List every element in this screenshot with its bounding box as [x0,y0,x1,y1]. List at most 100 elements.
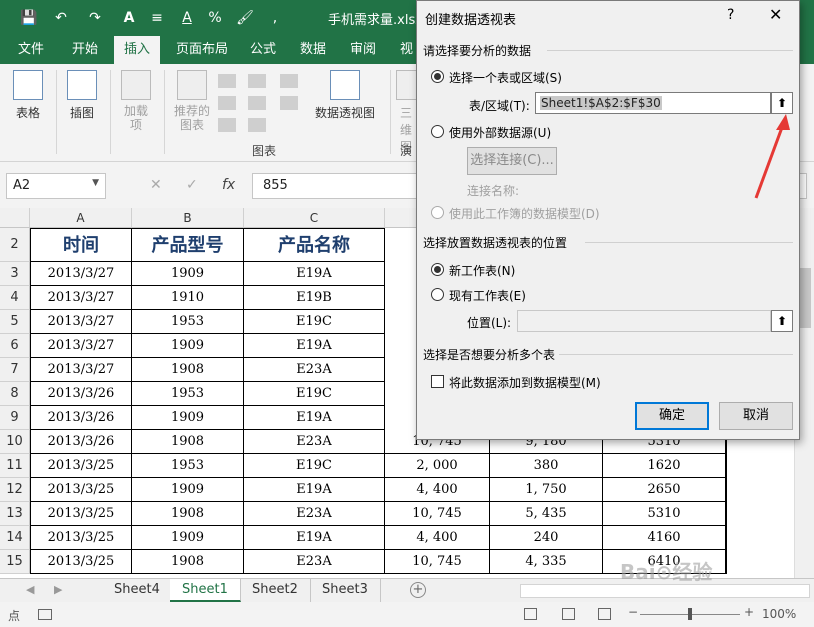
row-header[interactable]: 5 [0,310,30,334]
addins-button[interactable]: 加载项 [116,70,156,132]
tab-insert[interactable]: 插入 [114,36,161,64]
align-icon[interactable]: ≡ [148,9,166,27]
column-header-a[interactable]: A [30,208,132,228]
radio-external-source[interactable] [431,125,444,138]
waterfall-chart-icon[interactable] [280,74,298,88]
table-cell[interactable]: 1, 750 [490,478,603,502]
table-cell[interactable]: 2013/3/26 [30,406,132,430]
range-collapse-button[interactable]: ⬆ [771,92,793,114]
table-cell[interactable]: 1908 [132,430,244,454]
table-cell[interactable]: E19A [244,478,385,502]
row-header[interactable]: 13 [0,502,30,526]
hierarchy-chart-icon[interactable] [248,74,266,88]
table-cell[interactable]: 2013/3/27 [30,286,132,310]
table-cell[interactable]: E19C [244,454,385,478]
table-cell[interactable]: 2013/3/25 [30,478,132,502]
table-cell[interactable]: 2013/3/25 [30,526,132,550]
header-cell[interactable]: 时间 [30,228,132,262]
table-cell[interactable]: E23A [244,430,385,454]
scatter-chart-icon[interactable] [248,118,266,132]
sheet-tab-sheet1[interactable]: Sheet1 [170,579,241,602]
help-icon[interactable]: ? [727,7,734,23]
statistic-chart-icon[interactable] [248,96,266,110]
table-cell[interactable]: 2013/3/27 [30,310,132,334]
column-chart-icon[interactable] [218,74,236,88]
table-cell[interactable]: 1909 [132,334,244,358]
radio-select-range[interactable] [431,70,444,83]
sheet-tab-sheet4[interactable]: Sheet4 [102,579,173,602]
row-header[interactable]: 9 [0,406,30,430]
label-select-range[interactable]: 选择一个表或区域(S) [449,69,562,86]
row-header[interactable]: 14 [0,526,30,550]
column-header-c[interactable]: C [244,208,385,228]
table-cell[interactable]: 5310 [603,502,727,526]
sheet-tab-sheet2[interactable]: Sheet2 [240,579,311,602]
table-cell[interactable]: 4, 335 [490,550,603,574]
sheet-tab-sheet3[interactable]: Sheet3 [310,579,381,602]
tab-home[interactable]: 开始 [62,36,108,64]
radio-data-model[interactable] [431,206,444,219]
next-sheet-icon[interactable]: ▶ [54,583,62,596]
row-header[interactable]: 10 [0,430,30,454]
table-cell[interactable]: E19A [244,334,385,358]
table-cell[interactable]: E19A [244,526,385,550]
percent-icon[interactable]: % [206,9,224,27]
brush-icon[interactable]: 🖌 [236,9,254,27]
table-cell[interactable]: 5, 435 [490,502,603,526]
recommended-charts-button[interactable]: 推荐的图表 [170,70,214,132]
enter-icon[interactable]: ✓ [186,177,198,193]
table-cell[interactable]: 4, 400 [385,478,490,502]
table-cell[interactable]: 1908 [132,550,244,574]
table-cell[interactable]: 2013/3/26 [30,382,132,406]
table-cell[interactable]: 2013/3/25 [30,454,132,478]
range-input[interactable]: Sheet1!$A$2:$F$30 [535,92,771,114]
table-cell[interactable]: E23A [244,550,385,574]
tab-file[interactable]: 文件 [8,36,54,64]
name-box[interactable]: A2 ▼ [6,173,106,199]
table-cell[interactable]: 380 [490,454,603,478]
table-cell[interactable]: E23A [244,502,385,526]
table-cell[interactable]: 1953 [132,454,244,478]
table-cell[interactable]: 1908 [132,358,244,382]
table-cell[interactable]: 1909 [132,406,244,430]
line-chart-icon[interactable] [218,96,236,110]
scrollbar-thumb[interactable] [799,268,811,328]
redo-icon[interactable]: ↷ [86,9,104,27]
normal-view-icon[interactable] [524,608,537,620]
label-add-to-data-model[interactable]: 将此数据添加到数据模型(M) [449,374,601,391]
prev-sheet-icon[interactable]: ◀ [26,583,34,596]
pivot-chart-button[interactable]: 数据透视图 [312,70,378,121]
row-header[interactable]: 4 [0,286,30,310]
location-input[interactable] [517,310,771,332]
radio-new-sheet[interactable] [431,263,444,276]
table-cell[interactable]: 2013/3/25 [30,502,132,526]
table-cell[interactable]: E19B [244,286,385,310]
format-painter-icon[interactable]: A [120,9,138,27]
undo-icon[interactable]: ↶ [52,9,70,27]
row-header[interactable]: 6 [0,334,30,358]
tab-data[interactable]: 数据 [290,36,336,64]
table-cell[interactable]: 1909 [132,262,244,286]
label-new-sheet[interactable]: 新工作表(N) [449,262,515,279]
table-cell[interactable]: E19A [244,406,385,430]
comma-icon[interactable]: , [266,9,284,27]
label-data-model[interactable]: 使用此工作簿的数据模型(D) [449,205,600,222]
row-header-2[interactable]: 2 [0,228,30,262]
table-button[interactable]: 表格 [10,70,46,121]
table-cell[interactable]: 2013/3/26 [30,430,132,454]
cancel-icon[interactable]: ✕ [150,177,162,193]
combo-chart-icon[interactable] [280,96,298,110]
close-icon[interactable]: ✕ [769,5,782,24]
zoom-out-icon[interactable]: − [628,605,638,619]
row-header[interactable]: 11 [0,454,30,478]
tab-review[interactable]: 审阅 [340,36,386,64]
add-to-data-model-checkbox[interactable] [431,375,444,388]
cancel-button[interactable]: 取消 [719,402,793,430]
table-cell[interactable]: 2650 [603,478,727,502]
zoom-slider-thumb[interactable] [688,608,692,620]
table-cell[interactable]: 4160 [603,526,727,550]
tab-page-layout[interactable]: 页面布局 [166,36,238,64]
table-cell[interactable]: 1909 [132,526,244,550]
row-header[interactable]: 15 [0,550,30,574]
zoom-in-icon[interactable]: + [744,605,754,619]
